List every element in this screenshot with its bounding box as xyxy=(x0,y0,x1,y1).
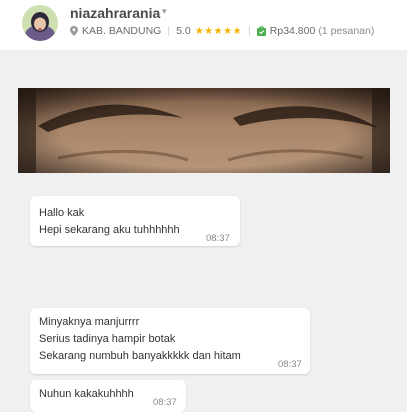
price-text: Rp34.800 xyxy=(269,25,316,37)
message-line: Nuhun kakakuhhhh xyxy=(39,388,134,400)
message-line: Serius tadinya hampir botak xyxy=(39,333,176,345)
review-header: niazahrarania ▾ KAB. BANDUNG | 5.0 ★★★★★… xyxy=(0,0,407,50)
user-avatar[interactable] xyxy=(22,5,58,41)
chevron-down-icon[interactable]: ▾ xyxy=(162,6,167,17)
message-time: 08:37 xyxy=(153,397,177,408)
message-line: Sekarang numbuh banyakkkkk dan hitam xyxy=(39,350,241,362)
review-photo[interactable] xyxy=(18,88,390,173)
username[interactable]: niazahrarania xyxy=(70,5,160,21)
chat-bubble: Minyaknya manjurrrr Serius tadinya hampi… xyxy=(30,308,310,374)
message-time: 08:37 xyxy=(206,233,230,244)
location-text: KAB. BANDUNG xyxy=(82,25,162,37)
shopping-bag-icon xyxy=(256,26,266,36)
divider: | xyxy=(167,25,171,37)
map-pin-icon xyxy=(70,26,78,36)
star-icon: ★★★★★ xyxy=(194,25,243,37)
message-line: Minyaknya manjurrrr xyxy=(39,316,140,328)
message-line: Hallo kak xyxy=(39,207,85,219)
message-time: 08:37 xyxy=(278,359,302,370)
message-line: Hepi sekarang aku tuhhhhhh xyxy=(39,224,180,236)
divider: | xyxy=(248,25,251,37)
chat-bubble: Nuhun kakakuhhhh 08:37 xyxy=(30,380,186,412)
order-count: (1 pesanan) xyxy=(318,25,375,37)
chat-bubble: Hallo kak Hepi sekarang aku tuhhhhhh 08:… xyxy=(30,196,240,246)
review-meta: KAB. BANDUNG | 5.0 ★★★★★ | Rp34.800 (1 p… xyxy=(70,25,374,37)
rating-value: 5.0 xyxy=(176,25,191,37)
